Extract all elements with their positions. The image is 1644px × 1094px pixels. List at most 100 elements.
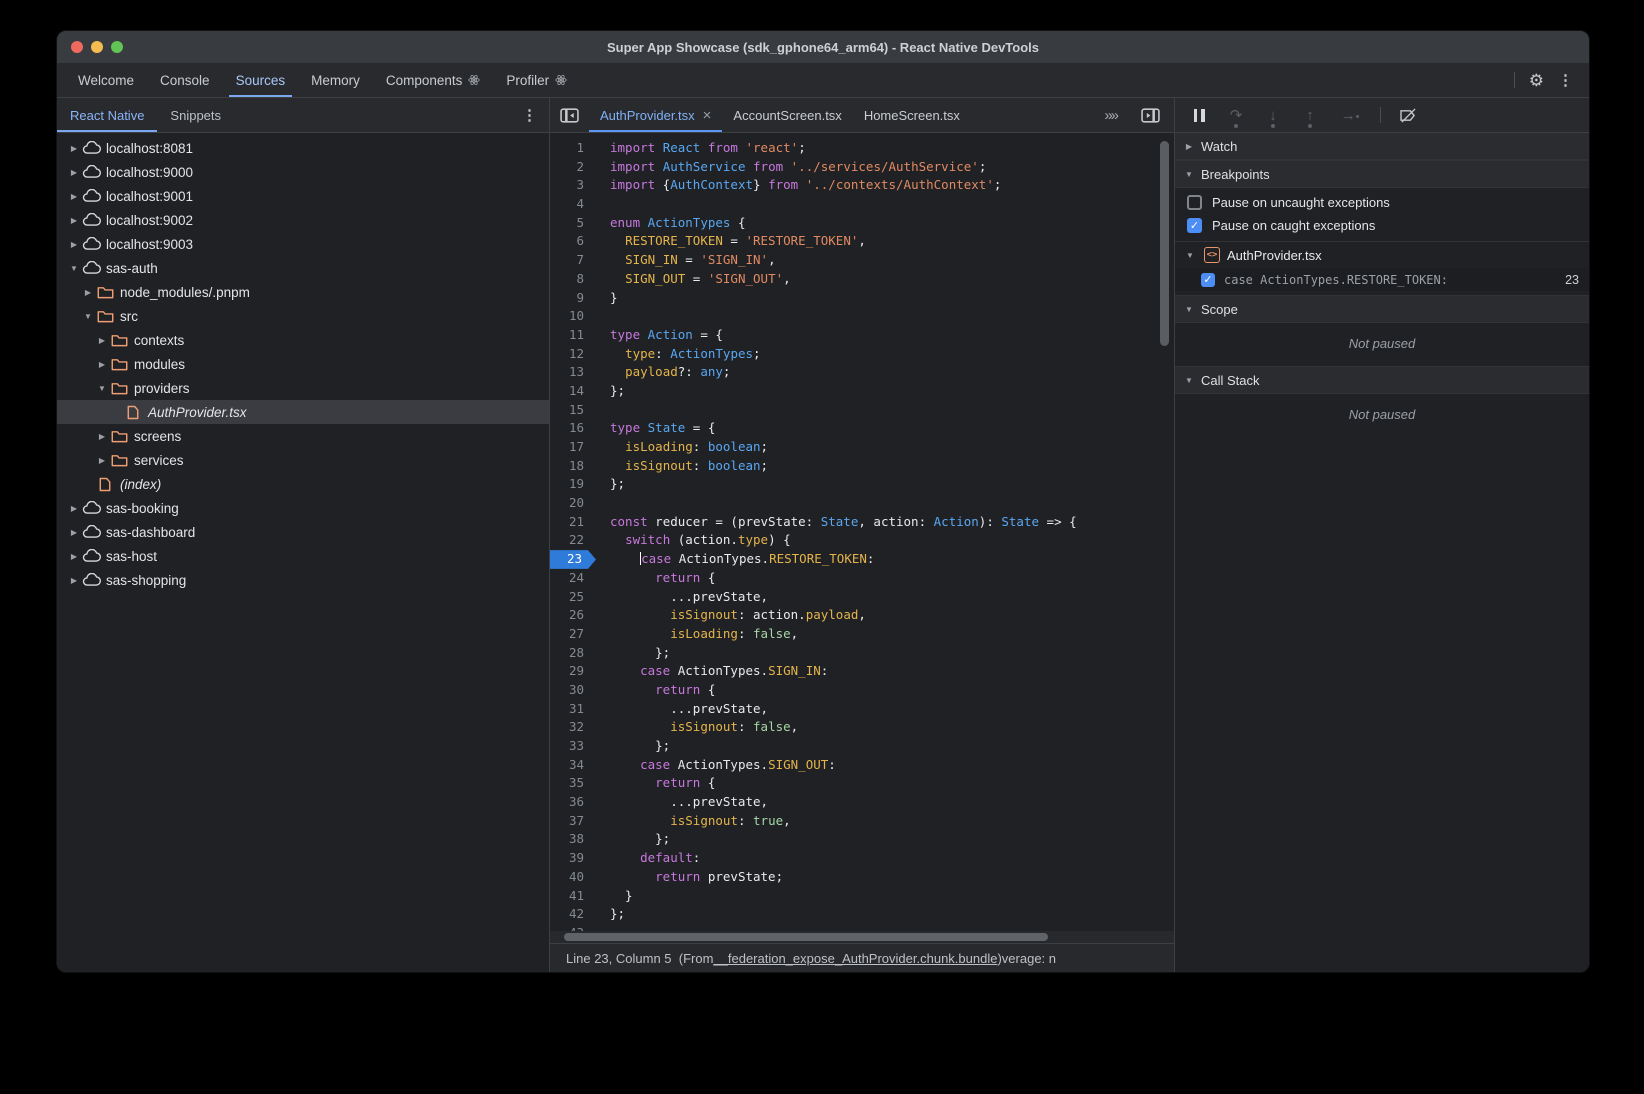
tree-item-modules[interactable]: ▶modules <box>57 352 549 376</box>
chevron-right-icon[interactable]: ▶ <box>67 216 81 225</box>
tree-item-services[interactable]: ▶services <box>57 448 549 472</box>
chevron-right-icon[interactable]: ▶ <box>67 576 81 585</box>
code-text[interactable]: const reducer = (prevState: State, actio… <box>596 513 1077 532</box>
chevron-right-icon[interactable]: ▶ <box>67 240 81 249</box>
tree-item-sas-booking[interactable]: ▶sas-booking <box>57 496 549 520</box>
step-into-button[interactable]: ↓ <box>1263 108 1283 123</box>
code-text[interactable]: ...prevState, <box>596 700 768 719</box>
tab-welcome[interactable]: Welcome <box>65 63 147 97</box>
code-text[interactable]: return { <box>596 569 715 588</box>
line-number[interactable]: 16 <box>550 419 596 438</box>
code-text[interactable]: case ActionTypes.SIGN_IN: <box>596 662 828 681</box>
code-text[interactable]: }; <box>596 830 670 849</box>
breakpoint-entry-row[interactable]: ✓ case ActionTypes.RESTORE_TOKEN: 23 <box>1175 268 1589 291</box>
chevron-right-icon[interactable]: ▶ <box>95 360 109 369</box>
code-text[interactable]: } <box>596 289 618 308</box>
tree-item-sas-dashboard[interactable]: ▶sas-dashboard <box>57 520 549 544</box>
line-number[interactable]: 7 <box>550 251 596 270</box>
line-number[interactable]: 26 <box>550 606 596 625</box>
code-text[interactable] <box>596 307 610 326</box>
tab-components[interactable]: Components <box>373 63 494 97</box>
code-text[interactable]: }; <box>596 737 670 756</box>
code-text[interactable]: case ActionTypes.RESTORE_TOKEN: <box>596 550 874 569</box>
line-number[interactable]: 35 <box>550 774 596 793</box>
code-text[interactable]: }; <box>596 905 625 924</box>
code-text[interactable]: switch (action.type) { <box>596 531 791 550</box>
line-number[interactable]: 27 <box>550 625 596 644</box>
horizontal-scrollbar[interactable] <box>564 933 1048 941</box>
code-text[interactable]: }; <box>596 475 625 494</box>
tree-item-localhost-9003[interactable]: ▶localhost:9003 <box>57 232 549 256</box>
code-text[interactable]: isSignout: true, <box>596 812 791 831</box>
code-text[interactable]: import React from 'react'; <box>596 139 806 158</box>
line-number[interactable]: 15 <box>550 401 596 420</box>
chevron-right-icon[interactable]: ▶ <box>67 552 81 561</box>
step-over-button[interactable]: ↷ <box>1226 108 1246 123</box>
line-number[interactable]: 37 <box>550 812 596 831</box>
line-number[interactable]: 4 <box>550 195 596 214</box>
pause-script-button[interactable] <box>1189 109 1209 122</box>
step-out-button[interactable]: ↑ <box>1300 108 1320 123</box>
line-number[interactable]: 1 <box>550 139 596 158</box>
code-text[interactable]: RESTORE_TOKEN = 'RESTORE_TOKEN', <box>596 232 866 251</box>
chevron-down-icon[interactable]: ▼ <box>67 264 81 273</box>
line-number[interactable]: 20 <box>550 494 596 513</box>
pause-uncaught-row[interactable]: Pause on uncaught exceptions <box>1175 191 1589 214</box>
code-text[interactable]: isLoading: boolean; <box>596 438 768 457</box>
navigator-tab-snippets[interactable]: Snippets <box>157 98 234 132</box>
line-number[interactable]: 12 <box>550 345 596 364</box>
pause-caught-row[interactable]: ✓ Pause on caught exceptions <box>1175 214 1589 237</box>
code-text[interactable]: isSignout: action.payload, <box>596 606 866 625</box>
chevron-right-icon[interactable]: ▶ <box>95 456 109 465</box>
line-number[interactable]: 2 <box>550 158 596 177</box>
tab-profiler[interactable]: Profiler <box>493 63 580 97</box>
code-text[interactable]: type: ActionTypes; <box>596 345 761 364</box>
code-text[interactable]: SIGN_IN = 'SIGN_IN', <box>596 251 776 270</box>
code-text[interactable] <box>596 401 610 420</box>
line-number[interactable]: 22 <box>550 531 596 550</box>
chevron-down-icon[interactable]: ▼ <box>81 312 95 321</box>
line-number[interactable]: 5 <box>550 214 596 233</box>
editor-tab-authprovider-tsx[interactable]: AuthProvider.tsx× <box>589 98 722 132</box>
line-number[interactable]: 32 <box>550 718 596 737</box>
chevron-right-icon[interactable]: ▶ <box>67 528 81 537</box>
code-text[interactable]: return { <box>596 681 715 700</box>
editor-tab-accountscreen-tsx[interactable]: AccountScreen.tsx <box>722 98 852 132</box>
tree-item-node-modules-pnpm[interactable]: ▶node_modules/.pnpm <box>57 280 549 304</box>
line-number[interactable]: 24 <box>550 569 596 588</box>
editor-tab-homescreen-tsx[interactable]: HomeScreen.tsx <box>853 98 971 132</box>
code-text[interactable]: }; <box>596 382 625 401</box>
line-number[interactable]: 18 <box>550 457 596 476</box>
code-text[interactable]: type State = { <box>596 419 715 438</box>
chevron-right-icon[interactable]: ▶ <box>95 336 109 345</box>
tree-item-providers[interactable]: ▼providers <box>57 376 549 400</box>
breakpoint-entry-checkbox[interactable]: ✓ <box>1201 273 1215 287</box>
line-number[interactable]: 6 <box>550 232 596 251</box>
close-tab-icon[interactable]: × <box>703 107 712 124</box>
line-number[interactable]: 9 <box>550 289 596 308</box>
more-tabs-icon[interactable]: »» <box>1090 98 1131 132</box>
tree-item-localhost-9002[interactable]: ▶localhost:9002 <box>57 208 549 232</box>
code-text[interactable]: import AuthService from '../services/Aut… <box>596 158 986 177</box>
line-number[interactable]: 14 <box>550 382 596 401</box>
code-text[interactable]: ...prevState, <box>596 588 768 607</box>
line-number[interactable]: 38 <box>550 830 596 849</box>
line-number[interactable]: 28 <box>550 644 596 663</box>
code-area[interactable]: 1import React from 'react';2import AuthS… <box>550 133 1174 943</box>
line-number[interactable]: 31 <box>550 700 596 719</box>
line-number[interactable]: 36 <box>550 793 596 812</box>
tree-item-contexts[interactable]: ▶contexts <box>57 328 549 352</box>
tree-item-index[interactable]: (index) <box>57 472 549 496</box>
section-call-stack[interactable]: ▼ Call Stack <box>1175 366 1589 394</box>
line-number[interactable]: 21 <box>550 513 596 532</box>
tree-item-localhost-9001[interactable]: ▶localhost:9001 <box>57 184 549 208</box>
line-number[interactable]: 39 <box>550 849 596 868</box>
code-text[interactable]: enum ActionTypes { <box>596 214 746 233</box>
line-number[interactable]: 33 <box>550 737 596 756</box>
line-number[interactable]: 41 <box>550 887 596 906</box>
code-text[interactable]: isLoading: false, <box>596 625 798 644</box>
line-number[interactable]: 30 <box>550 681 596 700</box>
chevron-right-icon[interactable]: ▶ <box>67 192 81 201</box>
code-text[interactable]: type Action = { <box>596 326 723 345</box>
deactivate-breakpoints-icon[interactable] <box>1398 108 1418 123</box>
